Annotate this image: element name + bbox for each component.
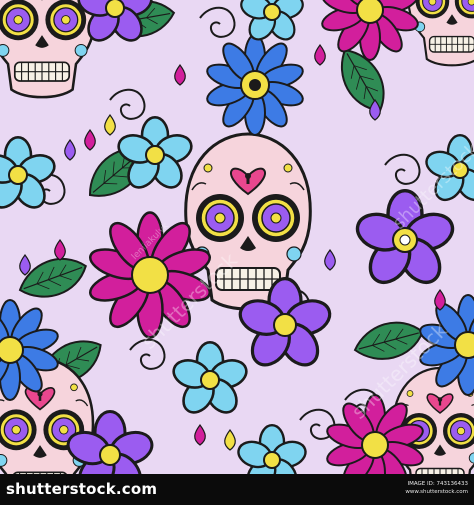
stock-footer-bar: shutterstock.com IMAGE ID: 743136433 www…	[0, 474, 474, 505]
image-id-line: IMAGE ID: 743136433	[407, 481, 468, 487]
brand-label: shutterstock.com	[6, 480, 158, 498]
sugar-skull-pattern-image: shutterstock shutterstock shutterstock l…	[0, 0, 474, 474]
image-meta: IMAGE ID: 743136433 www.shutterstock.com	[405, 480, 468, 496]
image-viewer: shutterstock shutterstock shutterstock l…	[0, 0, 474, 505]
site-line: www.shutterstock.com	[405, 489, 468, 495]
